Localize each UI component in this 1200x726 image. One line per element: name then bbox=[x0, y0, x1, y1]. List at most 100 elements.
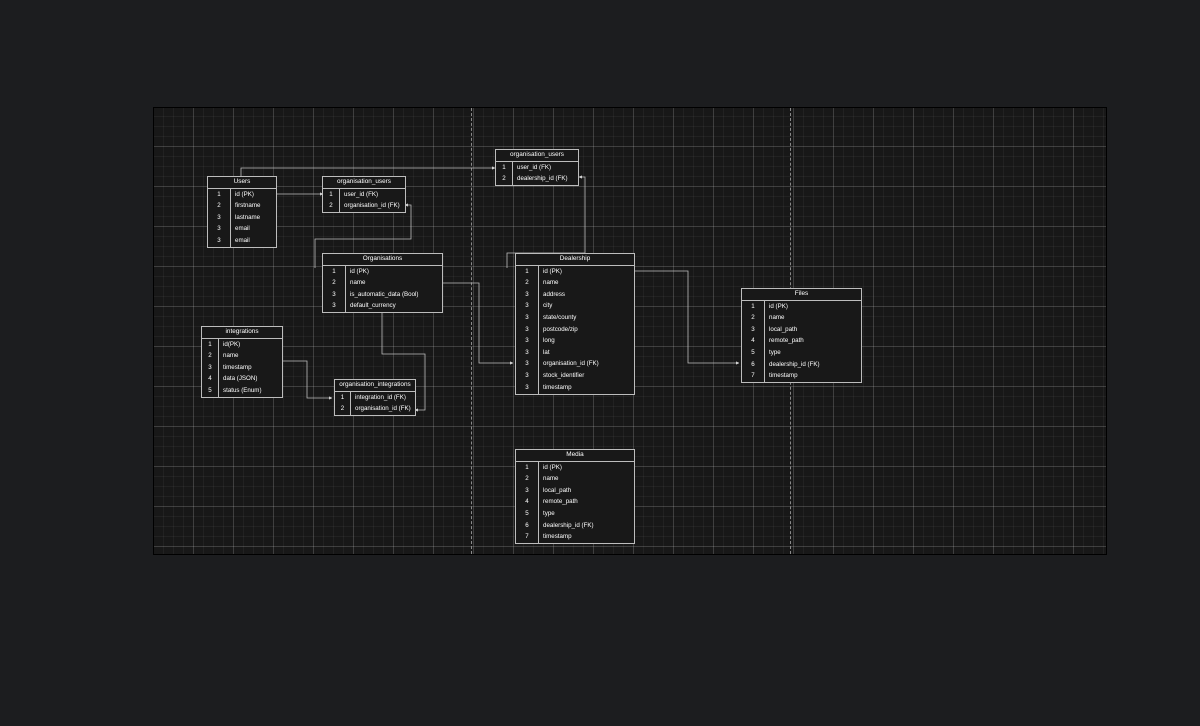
table-row[interactable]: 4 remote_path bbox=[742, 335, 861, 348]
field-name: firstname bbox=[235, 202, 261, 210]
table-row[interactable]: 4 remote_path bbox=[516, 496, 634, 509]
table-row[interactable]: 3 local_path bbox=[516, 485, 634, 497]
table-row[interactable]: 7 timestamp bbox=[516, 531, 634, 544]
connector-integrations-to-organisation-integrations bbox=[282, 360, 333, 400]
table-row[interactable]: 5 type bbox=[742, 347, 861, 359]
table-row[interactable]: 1 user_id (FK) bbox=[496, 162, 578, 174]
table-row[interactable]: 3 lat bbox=[516, 347, 634, 359]
table-title: Files bbox=[742, 289, 861, 301]
table-row[interactable]: 3 address bbox=[516, 289, 634, 301]
row-number: 3 bbox=[516, 347, 539, 359]
field-name: timestamp bbox=[543, 383, 572, 391]
row-number: 3 bbox=[516, 370, 539, 382]
row-number: 2 bbox=[323, 200, 340, 213]
table-row[interactable]: 1 user_id (FK) bbox=[323, 189, 405, 201]
table-row[interactable]: 1 id (PK) bbox=[516, 266, 634, 278]
table-row[interactable]: 3 default_currency bbox=[323, 300, 442, 313]
row-number: 6 bbox=[742, 358, 765, 371]
row-number: 1 bbox=[742, 301, 765, 313]
table-row[interactable]: 1 id (PK) bbox=[323, 266, 442, 278]
row-number: 2 bbox=[496, 173, 513, 186]
table-organisations[interactable]: Organisations 1 id (PK) 2 name 3 is_automat… bbox=[322, 253, 443, 314]
table-row[interactable]: 3 is_automatic_data (Bool) bbox=[323, 289, 442, 301]
table-media[interactable]: Media 1 id (PK) 2 name 3 local_path 4 remote… bbox=[515, 449, 635, 545]
table-row[interactable]: 2 name bbox=[202, 350, 282, 363]
row-number: 1 bbox=[516, 462, 539, 474]
table-row[interactable]: 3 lastname bbox=[208, 212, 276, 224]
table-row[interactable]: 3 timestamp bbox=[202, 362, 282, 374]
table-row[interactable]: 3 postcode/zip bbox=[516, 323, 634, 336]
field-name: name bbox=[769, 314, 785, 322]
table-row[interactable]: 1 id (PK) bbox=[516, 462, 634, 474]
row-number: 3 bbox=[516, 485, 539, 497]
connector-dealership-to-files bbox=[634, 270, 740, 365]
table-row[interactable]: 3 email bbox=[208, 223, 276, 236]
table-title: organisation_integrations bbox=[335, 380, 415, 392]
field-name: user_id (FK) bbox=[517, 163, 552, 171]
table-title: integrations bbox=[202, 327, 282, 339]
field-name: dealership_id (FK) bbox=[769, 360, 820, 368]
table-row[interactable]: 4 data (JSON) bbox=[202, 373, 282, 386]
row-number: 3 bbox=[516, 289, 539, 301]
field-name: default_currency bbox=[350, 302, 396, 310]
row-number: 1 bbox=[202, 339, 219, 351]
table-title: Users bbox=[208, 177, 276, 189]
table-row[interactable]: 2 name bbox=[742, 312, 861, 325]
table-row[interactable]: 5 type bbox=[516, 508, 634, 520]
table-row[interactable]: 2 organisation_id (FK) bbox=[335, 403, 415, 416]
table-organisation-integrations[interactable]: organisation_integrations 1 integration_i… bbox=[334, 379, 416, 417]
field-name: local_path bbox=[769, 325, 798, 333]
field-name: status (Enum) bbox=[223, 387, 262, 395]
table-row[interactable]: 1 id (PK) bbox=[742, 301, 861, 313]
table-users[interactable]: Users 1 id (PK) 2 firstname 3 lastname 3 ema… bbox=[207, 176, 277, 248]
table-row[interactable]: 3 organisation_id (FK) bbox=[516, 358, 634, 371]
row-number: 6 bbox=[516, 519, 539, 532]
table-row[interactable]: 3 timestamp bbox=[516, 381, 634, 394]
row-number: 2 bbox=[202, 350, 219, 363]
field-name: postcode/zip bbox=[543, 325, 578, 333]
row-number: 5 bbox=[742, 347, 765, 359]
table-row[interactable]: 2 name bbox=[516, 473, 634, 486]
table-row[interactable]: 2 firstname bbox=[208, 200, 276, 213]
table-row[interactable]: 5 status (Enum) bbox=[202, 385, 282, 397]
row-number: 3 bbox=[208, 223, 231, 236]
row-number: 7 bbox=[516, 531, 539, 544]
table-row[interactable]: 2 name bbox=[323, 277, 442, 290]
table-row[interactable]: 2 name bbox=[516, 277, 634, 290]
table-row[interactable]: 6 dealership_id (FK) bbox=[742, 358, 861, 371]
row-number: 5 bbox=[202, 385, 219, 397]
table-organisation-users[interactable]: organisation_users 1 user_id (FK) 2 organi… bbox=[322, 176, 406, 214]
row-number: 1 bbox=[335, 392, 351, 404]
row-number: 7 bbox=[742, 370, 765, 383]
field-name: state/county bbox=[543, 314, 577, 322]
table-row[interactable]: 2 dealership_id (FK) bbox=[496, 173, 578, 186]
table-row[interactable]: 1 integration_id (FK) bbox=[335, 392, 415, 404]
diagram-canvas[interactable]: Users 1 id (PK) 2 firstname 3 lastname 3 ema… bbox=[153, 107, 1107, 555]
row-number: 3 bbox=[516, 323, 539, 336]
table-row[interactable]: 3 state/county bbox=[516, 312, 634, 324]
table-integrations[interactable]: integrations 1 id(PK) 2 name 3 timestamp 4d… bbox=[201, 326, 283, 398]
table-dealership-users[interactable]: organisation_users 1 user_id (FK) 2 dealer… bbox=[495, 149, 579, 187]
field-name: dealership_id (FK) bbox=[543, 521, 594, 529]
table-row[interactable]: 3 local_path bbox=[742, 324, 861, 336]
table-row[interactable]: 1 id (PK) bbox=[208, 189, 276, 201]
table-row[interactable]: 1 id(PK) bbox=[202, 339, 282, 351]
table-row[interactable]: 6 dealership_id (FK) bbox=[516, 519, 634, 532]
row-number: 3 bbox=[516, 381, 539, 394]
table-row[interactable]: 3 email bbox=[208, 235, 276, 247]
table-row[interactable]: 3 stock_identifier bbox=[516, 370, 634, 382]
field-name: name bbox=[543, 475, 559, 483]
table-row[interactable]: 3 long bbox=[516, 335, 634, 348]
table-row[interactable]: 7 timestamp bbox=[742, 370, 861, 383]
field-name: organisation_id (FK) bbox=[543, 360, 599, 368]
field-name: id(PK) bbox=[223, 340, 241, 348]
table-row[interactable]: 2 organisation_id (FK) bbox=[323, 200, 405, 213]
field-name: name bbox=[543, 279, 559, 287]
table-row[interactable]: 3 city bbox=[516, 300, 634, 313]
row-number: 3 bbox=[208, 212, 231, 224]
table-title: organisation_users bbox=[496, 150, 578, 162]
row-number: 1 bbox=[208, 189, 231, 201]
row-number: 1 bbox=[496, 162, 513, 174]
table-files[interactable]: Files 1 id (PK) 2 name 3 local_path 4 remote… bbox=[741, 288, 862, 384]
table-dealership[interactable]: Dealership 1 id (PK) 2 name 3 address 3 city… bbox=[515, 253, 635, 395]
